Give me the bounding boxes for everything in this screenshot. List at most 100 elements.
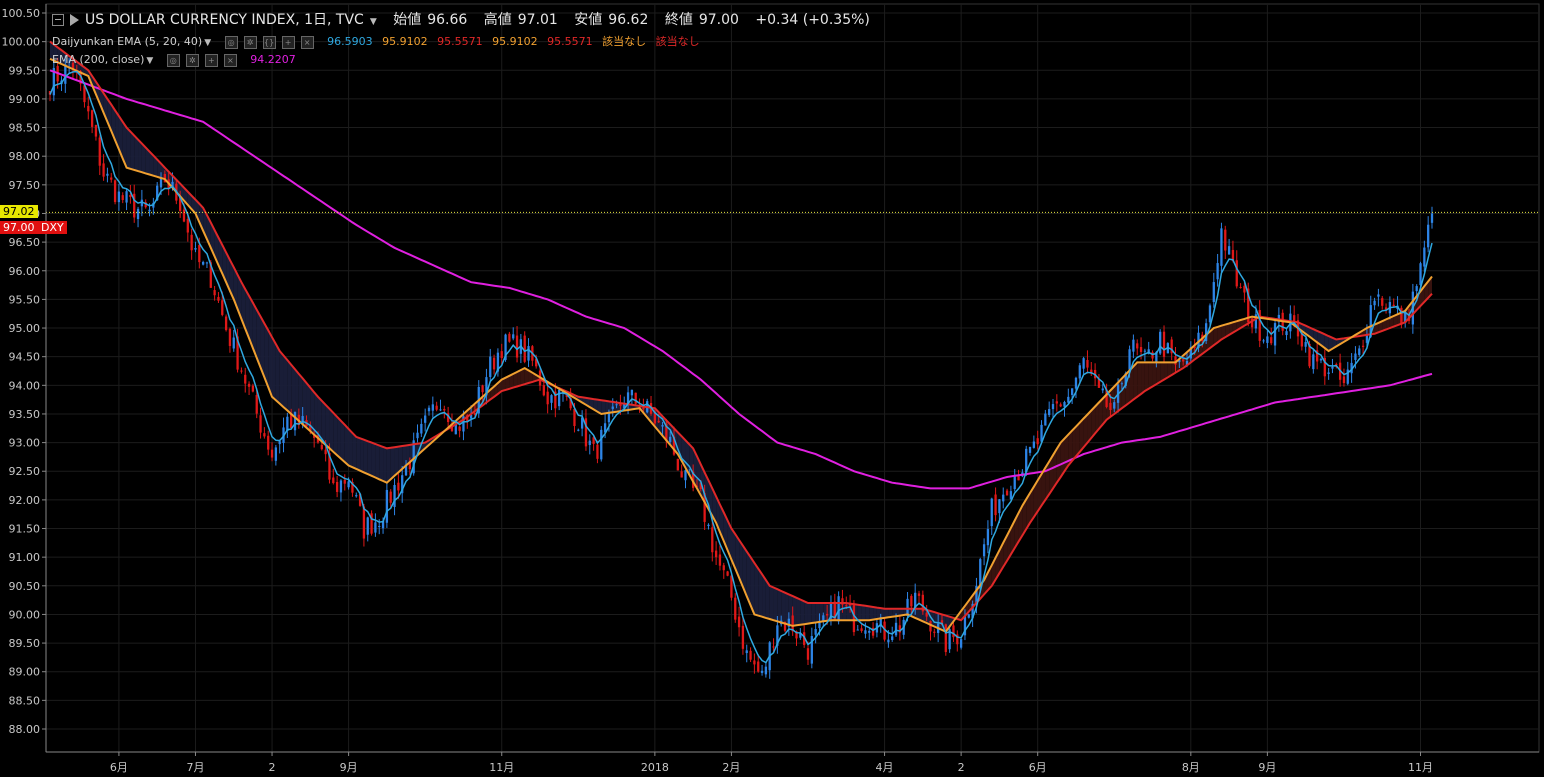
- close-icon[interactable]: ×: [223, 53, 237, 67]
- cloud-segment: [287, 360, 292, 414]
- candle-body: [1354, 353, 1357, 360]
- series-legend[interactable]: US DOLLAR CURRENCY INDEX, 1日, TVC ▼ 始値 96.…: [52, 9, 876, 29]
- close-icon[interactable]: ×: [300, 35, 314, 49]
- candle-body: [389, 491, 392, 503]
- candle-body: [278, 441, 281, 445]
- source-code-icon[interactable]: {}: [262, 35, 276, 49]
- candle-body: [864, 630, 867, 634]
- indicator-legend-ema200[interactable]: EMA (200, close) ▼ ◎ ✲ + × 94.2207: [52, 53, 302, 67]
- candle-body: [362, 506, 366, 539]
- indicator-legend-ema-cloud[interactable]: Daijyunkan EMA (5, 20, 40) ▼ ◎ ✲ {} + × 96.59…: [52, 33, 706, 49]
- cloud-segment: [344, 424, 349, 466]
- y-tick-label: 99.00: [9, 93, 41, 106]
- candle-body: [286, 416, 289, 431]
- candle-body: [443, 408, 446, 411]
- x-tick-label: 11月: [489, 761, 514, 774]
- eye-icon[interactable]: ◎: [166, 53, 180, 67]
- cloud-segment: [857, 604, 862, 621]
- indicator-value: 94.2207: [250, 53, 296, 66]
- candle-body: [1262, 340, 1265, 342]
- x-tick-label: 9月: [340, 761, 358, 774]
- chart-title[interactable]: US DOLLAR CURRENCY INDEX, 1日, TVC: [85, 12, 364, 28]
- x-tick-label: 6月: [110, 761, 128, 774]
- candle-body: [424, 415, 427, 423]
- y-tick-label: 94.50: [9, 351, 41, 364]
- candle-body: [1419, 263, 1422, 285]
- cloud-segment: [807, 602, 812, 624]
- y-tick-label: 92.50: [9, 465, 41, 478]
- cloud-segment: [796, 597, 801, 626]
- candle-body: [1162, 331, 1166, 357]
- cloud-segment: [1152, 362, 1157, 387]
- candle-body: [998, 499, 1001, 514]
- candle-body: [1270, 337, 1273, 344]
- y-tick-label: 96.50: [9, 236, 41, 249]
- cloud-segment: [337, 416, 341, 459]
- cloud-segment: [379, 445, 384, 481]
- candle-body: [1078, 365, 1081, 379]
- x-tick-label: 7月: [186, 761, 204, 774]
- collapse-legend-icon[interactable]: [52, 14, 64, 26]
- y-tick-label: 94.00: [9, 379, 41, 392]
- y-tick-label: 93.00: [9, 437, 41, 450]
- cloud-segment: [130, 131, 135, 170]
- chevron-down-icon[interactable]: ▼: [204, 38, 211, 48]
- candle-body: [596, 444, 599, 459]
- cloud-segment: [352, 432, 357, 469]
- gear-icon[interactable]: ✲: [185, 53, 199, 67]
- candle-body: [1227, 246, 1231, 255]
- candle-body: [1430, 213, 1434, 223]
- candle-body: [186, 219, 189, 233]
- flag-icon[interactable]: [70, 14, 79, 26]
- chevron-down-icon[interactable]: ▼: [146, 56, 153, 66]
- candle-body: [734, 597, 737, 620]
- eye-icon[interactable]: ◎: [224, 35, 238, 49]
- candle-body: [1293, 315, 1296, 322]
- candle-body: [64, 64, 67, 84]
- candle-body: [512, 334, 515, 339]
- candle-body: [760, 670, 764, 673]
- more-icon[interactable]: +: [281, 35, 295, 49]
- candle-body: [148, 209, 151, 212]
- cloud-segment: [1144, 362, 1149, 392]
- candle-body: [385, 489, 389, 523]
- indicator-name[interactable]: EMA (200, close): [52, 53, 144, 66]
- more-icon[interactable]: +: [204, 53, 218, 67]
- x-tick-label: 9月: [1258, 761, 1276, 774]
- x-tick-label: 2月: [722, 761, 740, 774]
- candle-body: [550, 395, 553, 403]
- candle-body: [427, 407, 431, 412]
- cloud-segment: [1141, 362, 1145, 394]
- candle-body: [714, 550, 718, 558]
- candle-body: [558, 389, 561, 407]
- gear-icon[interactable]: ✲: [243, 35, 257, 49]
- candle-body: [837, 596, 840, 622]
- ohlc-low: 安値 96.62: [574, 12, 649, 28]
- candle-body: [113, 180, 117, 203]
- chevron-down-icon[interactable]: ▼: [370, 17, 377, 27]
- candle-body: [1067, 396, 1070, 403]
- cloud-segment: [138, 139, 142, 173]
- candle-body: [1331, 366, 1334, 369]
- cloud-segment: [371, 442, 376, 478]
- y-tick-label: 98.00: [9, 150, 41, 163]
- indicator-name[interactable]: Daijyunkan EMA (5, 20, 40): [52, 35, 202, 48]
- cloud-segment: [815, 602, 820, 623]
- candle-body: [378, 525, 381, 527]
- cloud-segment: [861, 605, 866, 621]
- y-tick-label: 90.50: [9, 580, 41, 593]
- candle-body: [1002, 494, 1005, 502]
- y-tick-label: 98.50: [9, 122, 41, 135]
- candle-body: [952, 625, 955, 638]
- candle-body: [98, 137, 101, 166]
- indicator-value: 該当なし: [655, 35, 700, 48]
- candle-body: [270, 449, 274, 458]
- candle-body: [247, 383, 251, 387]
- candle-body: [1139, 347, 1143, 352]
- price-chart[interactable]: 100.50 100.00 99.50 99.00 98.50 98.00 97.50 97.…: [0, 0, 1544, 777]
- ohlc-open: 始値 96.66: [393, 12, 468, 28]
- candle-body: [806, 648, 810, 660]
- cloud-segment: [275, 344, 280, 404]
- ohlc-high: 高値 97.01: [483, 12, 558, 28]
- cloud-segment: [329, 408, 334, 452]
